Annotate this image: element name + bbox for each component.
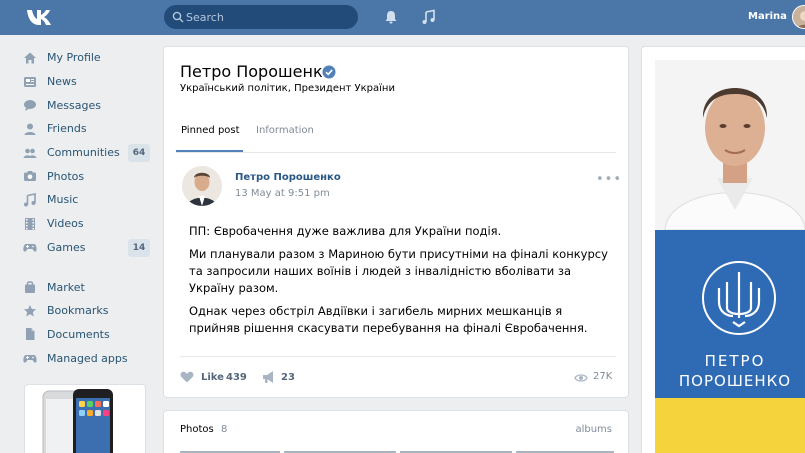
post-paragraph: Ми планували разом з Мариною бути присут…	[189, 247, 608, 295]
sidebar-item-photos[interactable]: Photos	[20, 164, 154, 188]
albums-link[interactable]: albums	[575, 424, 612, 435]
sidebar-item-market[interactable]: Market	[20, 275, 154, 299]
messages-icon	[24, 100, 36, 112]
bell-icon[interactable]	[383, 9, 399, 25]
sidebar-item-communities[interactable]: Communities 64	[20, 141, 154, 165]
portrait-image	[655, 60, 805, 230]
sidebar-item-label: Documents	[47, 327, 110, 341]
sidebar-item-messages[interactable]: Messages	[20, 93, 154, 117]
sidebar-item-label: Photos	[47, 169, 85, 183]
sidebar-ad[interactable]	[24, 384, 146, 453]
left-sidebar: My Profile News Messages Friends Communi…	[20, 46, 154, 370]
user-avatar[interactable]	[792, 5, 805, 29]
music-note-icon	[24, 192, 36, 207]
search-input[interactable]	[186, 9, 346, 25]
trident-emblem-icon	[702, 261, 776, 335]
tab-pinned-post[interactable]: Pinned post	[181, 125, 240, 136]
news-icon	[24, 76, 36, 87]
sidebar-item-label: Communities	[47, 146, 120, 160]
sidebar-item-news[interactable]: News	[20, 70, 154, 94]
sidebar-item-label: My Profile	[47, 51, 101, 65]
portrait-thumbnail	[182, 166, 222, 206]
sidebar-item-games[interactable]: Games 14	[20, 236, 154, 260]
heart-icon[interactable]	[180, 371, 194, 383]
sidebar-item-label: News	[47, 75, 77, 89]
sidebar-item-label: Bookmarks	[47, 304, 109, 318]
bag-icon	[25, 281, 35, 294]
profile-photo[interactable]	[655, 60, 805, 230]
tab-information[interactable]: Information	[256, 125, 314, 136]
user-name[interactable]: Marina	[748, 11, 787, 22]
profile-status: Український політик, Президент України	[180, 83, 395, 94]
film-icon	[25, 217, 35, 230]
sidebar-item-label: Messages	[47, 98, 101, 112]
home-icon	[24, 52, 36, 64]
profile-name: Петро Порошенко	[180, 62, 333, 81]
ukraine-flag-poster: ПЕТРО ПОРОШЕНКО	[655, 230, 805, 453]
post-paragraph: ПП: Євробачення дуже важлива для України…	[189, 224, 502, 238]
share-count: 23	[281, 372, 295, 383]
active-tab-indicator	[176, 150, 243, 152]
phone-image	[42, 389, 113, 453]
count-badge: 14	[128, 238, 150, 257]
gamepad-icon	[23, 244, 37, 252]
photos-count: 8	[221, 424, 228, 435]
sidebar-item-label: Videos	[47, 217, 84, 231]
flag-yellow-band	[655, 398, 805, 453]
post-author-avatar[interactable]	[182, 166, 222, 206]
sidebar-item-managed-apps[interactable]: Managed apps	[20, 346, 154, 370]
search-icon	[172, 11, 184, 23]
more-options-icon[interactable]: •••	[596, 172, 622, 187]
sidebar-item-documents[interactable]: Documents	[20, 323, 154, 347]
verified-icon	[322, 65, 336, 79]
music-icon[interactable]	[421, 9, 437, 25]
sidebar-item-label: Friends	[47, 122, 87, 136]
sidebar-item-label: Games	[47, 240, 86, 254]
post-paragraph: Однак через обстріл Авдіївки і загибель …	[189, 304, 588, 335]
sidebar-item-label: Market	[47, 280, 85, 294]
communities-icon	[23, 148, 37, 158]
search-box[interactable]	[164, 5, 358, 29]
gamepad-icon	[23, 355, 37, 363]
avatar-image	[793, 6, 805, 28]
post-date[interactable]: 13 May at 9:51 pm	[235, 188, 330, 199]
like-count: 439	[226, 372, 247, 383]
sidebar-item-friends[interactable]: Friends	[20, 117, 154, 141]
profile-card: Петро Порошенко Український політик, Пре…	[163, 46, 629, 398]
eye-icon	[574, 374, 588, 382]
camera-icon	[24, 171, 36, 182]
tabs-divider	[176, 152, 616, 153]
like-button[interactable]: Like	[201, 372, 224, 383]
top-bar: Marina	[0, 0, 805, 35]
post-author-name[interactable]: Петро Порошенко	[235, 172, 341, 183]
sidebar-item-bookmarks[interactable]: Bookmarks	[20, 299, 154, 323]
vk-logo-icon[interactable]	[26, 7, 53, 27]
photos-title[interactable]: Photos	[180, 424, 214, 435]
photos-card: Photos 8 albums	[163, 410, 629, 453]
sidebar-item-label: Music	[47, 193, 79, 207]
views-count: 27K	[593, 371, 613, 382]
count-badge: 64	[128, 143, 150, 162]
document-icon	[26, 328, 35, 341]
friend-icon	[24, 123, 36, 135]
sidebar-item-my-profile[interactable]: My Profile	[20, 46, 154, 70]
sidebar-item-label: Managed apps	[47, 351, 128, 365]
post-footer-divider	[180, 356, 616, 357]
profile-photo-card: ПЕТРО ПОРОШЕНКО	[641, 46, 805, 453]
sidebar-item-music[interactable]: Music	[20, 188, 154, 212]
share-icon[interactable]	[261, 370, 277, 384]
sidebar-separator	[20, 259, 154, 275]
poster-last-name: ПОРОШЕНКО	[678, 372, 792, 390]
star-icon	[24, 304, 36, 317]
sidebar-item-videos[interactable]: Videos	[20, 212, 154, 236]
poster-first-name: ПЕТРО	[704, 352, 766, 370]
